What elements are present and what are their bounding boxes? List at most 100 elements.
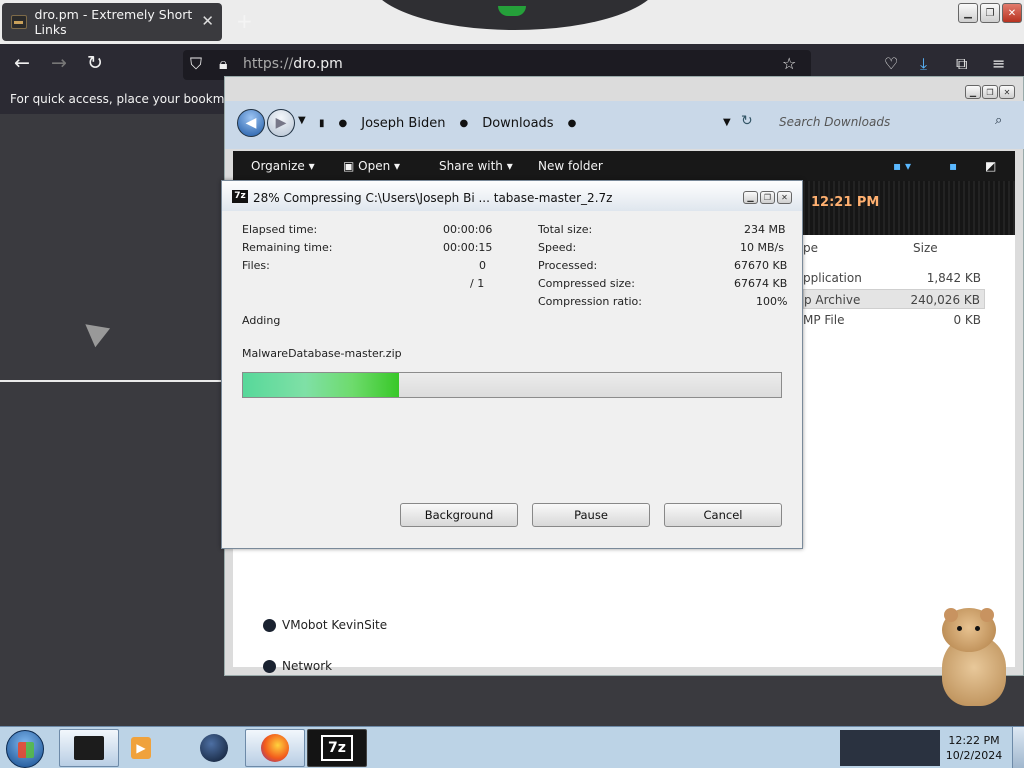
new-folder-button[interactable]: New folder: [538, 159, 603, 173]
taskbar-clock[interactable]: 12:22 PM 10/2/2024: [944, 733, 1004, 763]
history-dropdown-icon[interactable]: ▼: [298, 115, 306, 126]
firefox-icon: [261, 734, 289, 762]
dialog-title-bar: 7z 28% Compressing C:\Users\Joseph Bi ..…: [222, 181, 802, 211]
cancel-button[interactable]: Cancel: [664, 503, 782, 527]
search-icon[interactable]: ⌕: [995, 113, 1002, 128]
bookmark-star-icon[interactable]: ☆: [782, 54, 796, 73]
remaining-time-value: 00:00:15: [443, 241, 493, 254]
back-arrow-icon[interactable]: ←: [14, 52, 30, 74]
dialog-title: 28% Compressing C:\Users\Joseph Bi ... t…: [253, 191, 613, 205]
help-icon[interactable]: ◩: [985, 159, 996, 173]
minimize-button[interactable]: ▁: [958, 3, 978, 23]
nav-tree-item-network[interactable]: Network: [263, 659, 332, 673]
status-text: Adding: [242, 314, 281, 327]
extensions-icon[interactable]: ⧉: [956, 54, 967, 74]
tab-close-icon[interactable]: ✕: [201, 12, 214, 30]
taskbar: ▶ 7z 12:22 PM 10/2/2024: [0, 726, 1024, 768]
preview-pane-icon[interactable]: ▪: [949, 159, 957, 173]
progress-bar: [242, 372, 782, 398]
refresh-icon[interactable]: ↻: [741, 113, 753, 129]
explorer-restore-button[interactable]: ❐: [982, 85, 998, 99]
7zip-icon: 7z: [232, 190, 248, 203]
explorer-close-button[interactable]: ✕: [999, 85, 1015, 99]
browser-tab[interactable]: dro.pm - Extremely Short Links ✕: [2, 3, 222, 41]
explorer-minimize-button[interactable]: ▁: [965, 85, 981, 99]
clock-time: 12:22 PM: [948, 734, 1000, 747]
pause-button[interactable]: Pause: [532, 503, 650, 527]
compressed-size-label: Compressed size:: [538, 277, 635, 290]
start-button[interactable]: [6, 730, 44, 768]
view-options-icon[interactable]: ▪ ▾: [893, 159, 911, 173]
nav-tree-item[interactable]: VMobot KevinSite: [263, 618, 387, 632]
downloads-icon[interactable]: ⤓: [920, 54, 927, 74]
site-favicon-icon: [11, 15, 27, 29]
file-row[interactable]: MP File 0 KB: [803, 310, 985, 330]
speed-label: Speed:: [538, 241, 577, 254]
total-size-value: 234 MB: [744, 223, 786, 236]
breadcrumb-downloads[interactable]: Downloads: [482, 116, 553, 131]
files-total: / 1: [470, 277, 485, 290]
compression-ratio-value: 100%: [756, 295, 788, 308]
taskbar-vlc-button[interactable]: ▶: [118, 729, 164, 767]
organize-button[interactable]: Organize ▾: [251, 159, 315, 173]
tab-title: dro.pm - Extremely Short Links: [34, 7, 193, 37]
restore-button[interactable]: ❐: [980, 3, 1000, 23]
page-divider: [0, 380, 224, 382]
url-text[interactable]: https://dro.pm: [243, 56, 343, 72]
breadcrumb[interactable]: ▮ ● Joseph Biden ● Downloads ●: [319, 116, 590, 131]
explorer-address-bar: ◀ ▶ ▼ ▮ ● Joseph Biden ● Downloads ● ▼ ↻…: [225, 101, 1024, 149]
taskbar-terminal-button[interactable]: [59, 729, 119, 767]
column-type-header[interactable]: pe: [803, 241, 818, 255]
network-icon: [263, 659, 276, 673]
clock-date: 10/2/2024: [945, 749, 1003, 762]
total-size-label: Total size:: [538, 223, 593, 236]
search-input[interactable]: Search Downloads: [779, 115, 890, 129]
menu-icon[interactable]: ≡: [992, 54, 1005, 73]
taskbar-globe-button[interactable]: [184, 729, 244, 767]
media-player-icon: ▶: [131, 737, 151, 759]
hamster-mascot-image: [930, 604, 1010, 708]
background-button[interactable]: Background: [400, 503, 518, 527]
explorer-back-button[interactable]: ◀: [237, 109, 265, 137]
breadcrumb-separator-icon: ●: [459, 118, 469, 129]
close-window-button[interactable]: ✕: [1002, 3, 1022, 23]
column-size-header[interactable]: Size: [913, 241, 938, 255]
explorer-forward-button[interactable]: ▶: [267, 109, 295, 137]
remaining-time-label: Remaining time:: [242, 241, 333, 254]
compression-progress-dialog: 7z 28% Compressing C:\Users\Joseph Bi ..…: [221, 180, 803, 549]
browser-tab-bar: dro.pm - Extremely Short Links ✕ + ▁ ❐ ✕: [0, 0, 1024, 44]
file-row[interactable]: pplication 1,842 KB: [803, 268, 985, 288]
explorer-toolbar: Organize ▾ ▣ Open ▾ Share with ▾ New fol…: [233, 151, 1015, 181]
dialog-close-button[interactable]: ✕: [777, 191, 792, 204]
modified-time-fragment: 12:21 PM: [811, 195, 880, 210]
7zip-taskbar-icon: 7z: [321, 735, 353, 761]
taskbar-7zip-button[interactable]: 7z: [307, 729, 367, 767]
system-tray[interactable]: [840, 730, 940, 766]
pocket-icon[interactable]: ♡: [884, 54, 898, 73]
compressed-size-value: 67674 KB: [734, 277, 788, 290]
dialog-restore-button[interactable]: ❐: [760, 191, 775, 204]
taskbar-firefox-button[interactable]: [245, 729, 305, 767]
open-button[interactable]: ▣ Open ▾: [343, 159, 400, 173]
new-tab-button[interactable]: +: [236, 9, 253, 33]
address-dropdown-icon[interactable]: ▼: [723, 117, 731, 128]
paper-plane-icon: [77, 314, 111, 348]
file-row-selected[interactable]: p Archive 240,026 KB: [803, 289, 985, 309]
breadcrumb-user[interactable]: Joseph Biden: [361, 116, 445, 131]
speed-value: 10 MB/s: [740, 241, 784, 254]
processed-label: Processed:: [538, 259, 598, 272]
shield-icon[interactable]: ⛉: [190, 54, 202, 74]
show-desktop-button[interactable]: [1012, 727, 1024, 768]
reload-icon[interactable]: ↻: [87, 52, 103, 74]
progress-bar-fill: [243, 373, 400, 397]
dialog-window-controls: ▁ ❐ ✕: [743, 191, 792, 204]
elapsed-time-label: Elapsed time:: [242, 223, 318, 236]
terminal-icon: [74, 736, 104, 760]
breadcrumb-separator-icon: ●: [338, 118, 348, 129]
forward-arrow-icon[interactable]: →: [51, 52, 67, 74]
dialog-minimize-button[interactable]: ▁: [743, 191, 758, 204]
processed-value: 67670 KB: [734, 259, 788, 272]
lock-icon[interactable]: 🔒︎: [219, 54, 228, 74]
share-with-button[interactable]: Share with ▾: [439, 159, 513, 173]
dialog-body: Elapsed time: 00:00:06 Remaining time: 0…: [230, 211, 794, 541]
